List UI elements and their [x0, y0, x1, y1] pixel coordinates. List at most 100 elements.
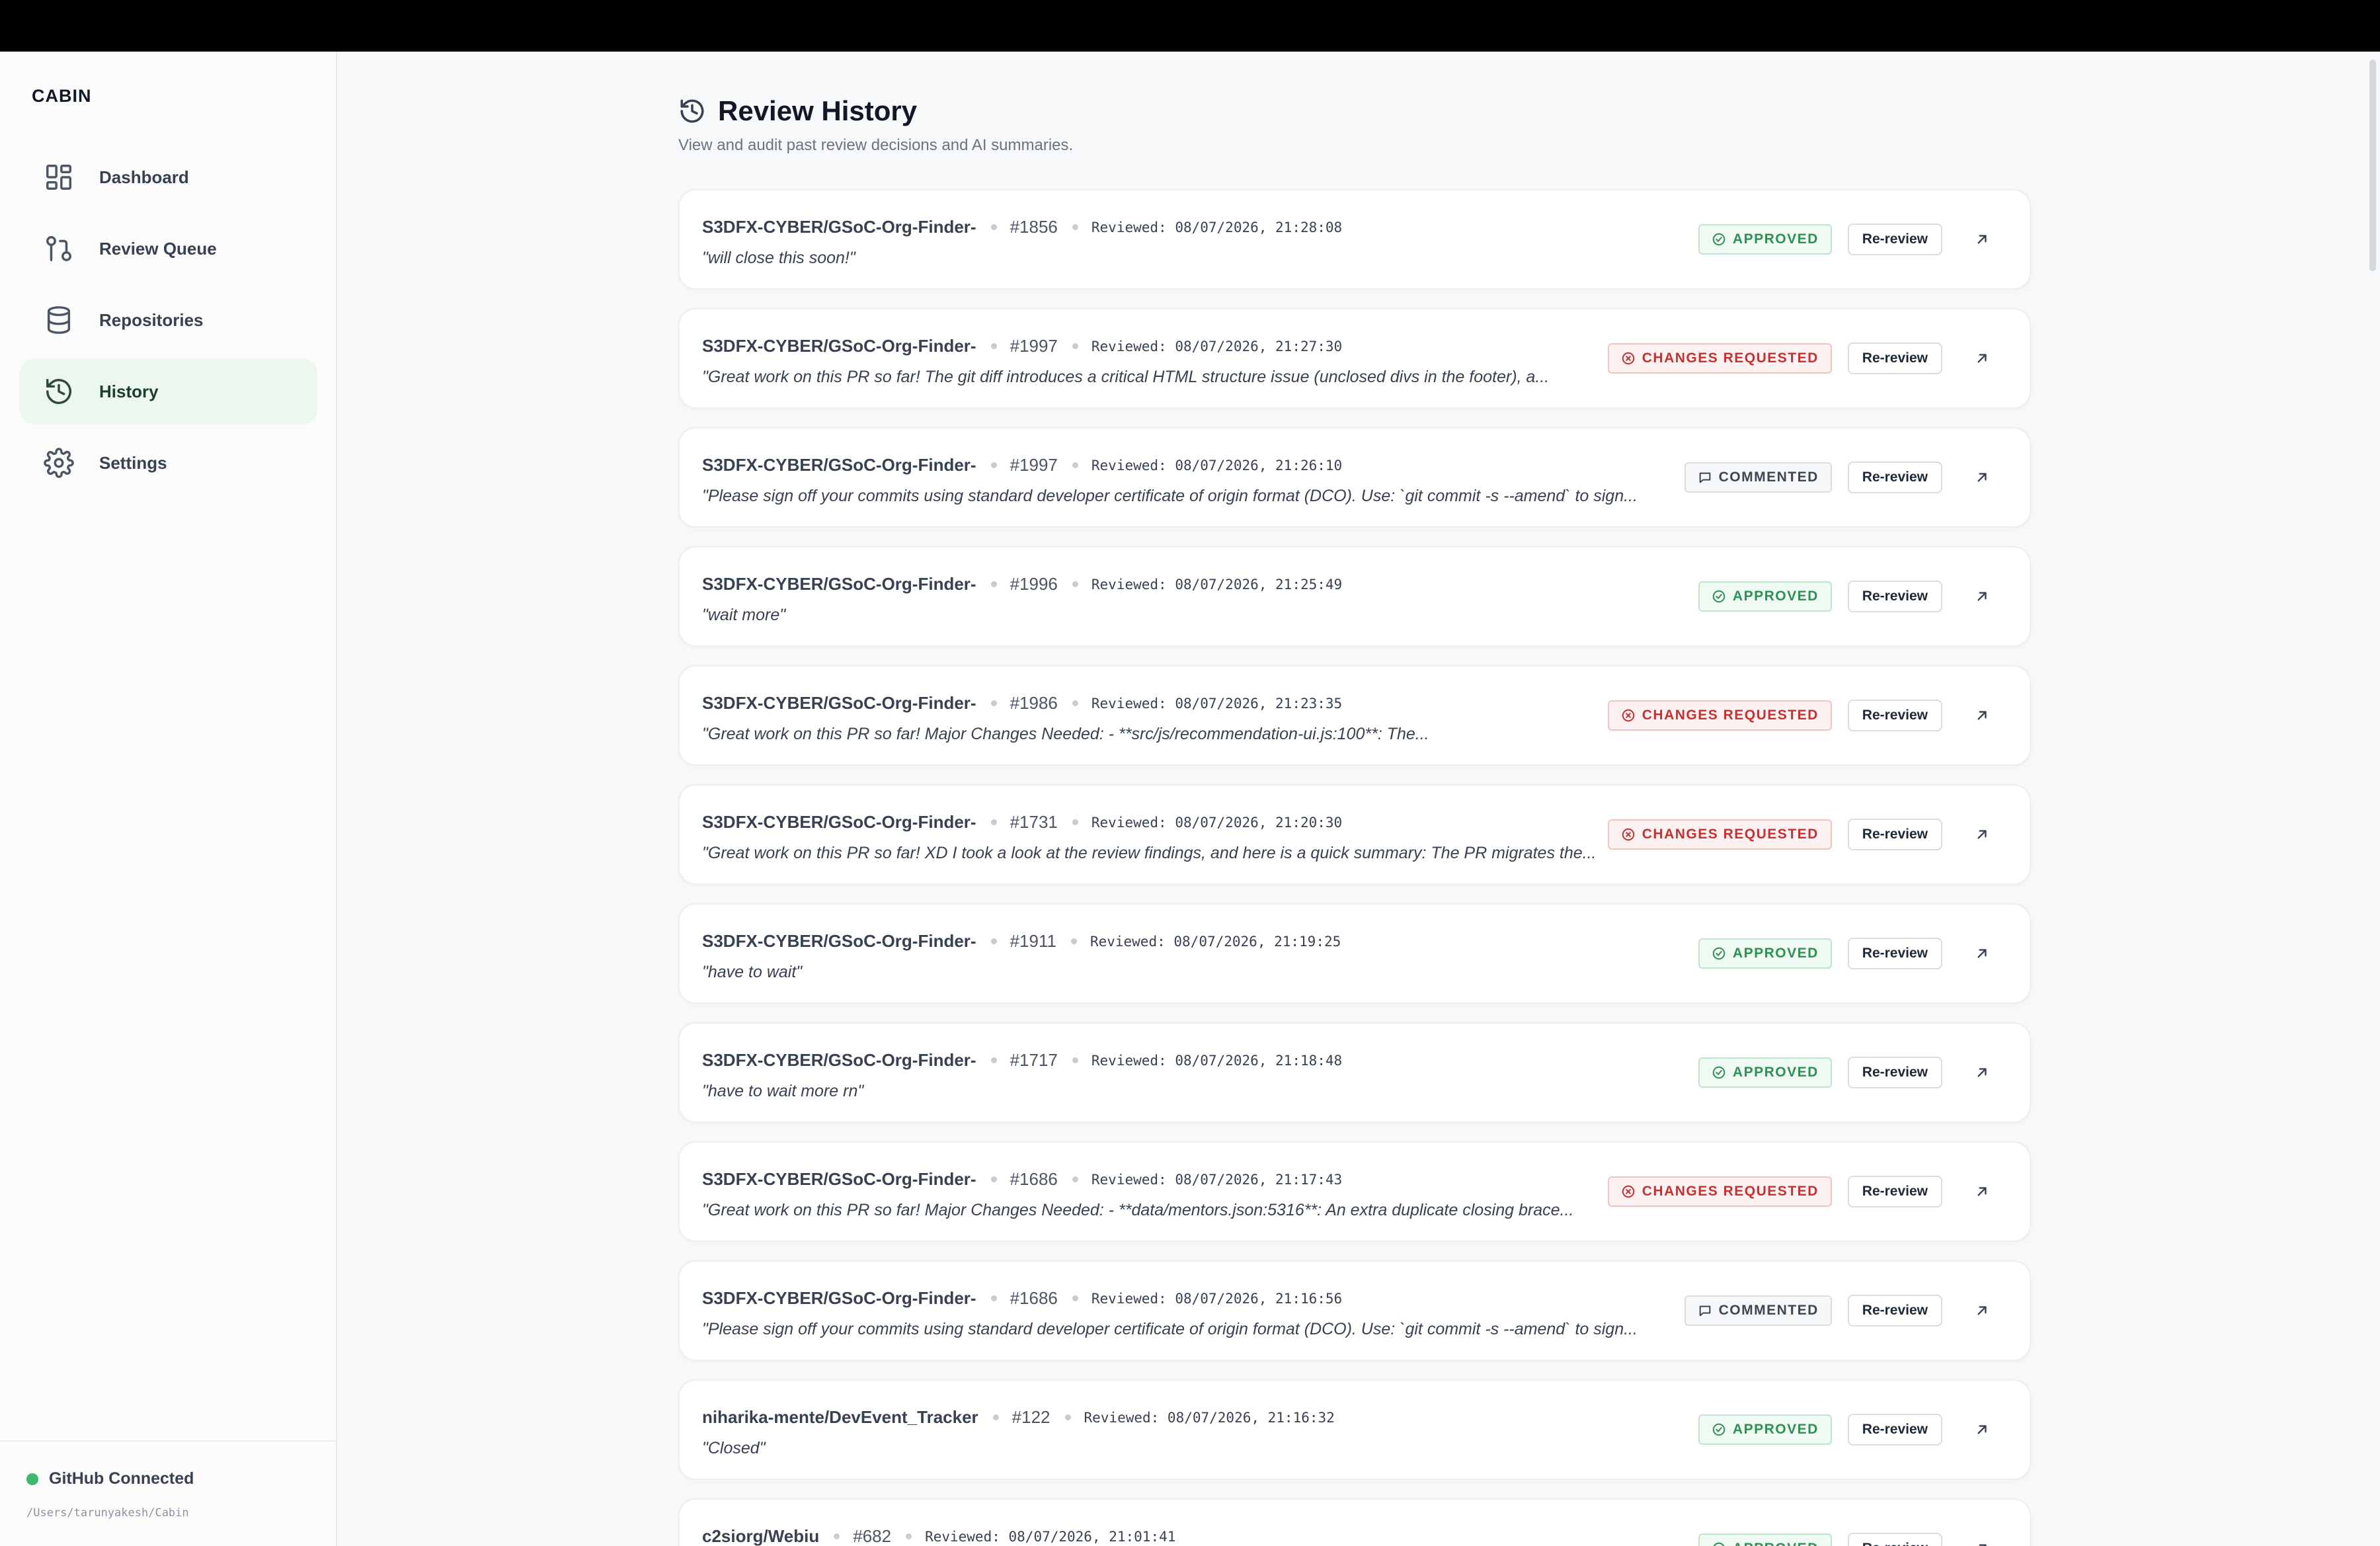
review-meta: S3DFX-CYBER/GSoC-Org-Finder- #1731 Reviewe…: [702, 812, 1342, 833]
review-summary: "Great work on this PR so far! Major Cha…: [702, 1201, 1574, 1219]
review-card[interactable]: S3DFX-CYBER/GSoC-Org-Finder- #1731 Reviewe…: [678, 784, 2031, 885]
review-card[interactable]: niharika-mente/DevEvent_Tracker #122 Revie…: [678, 1379, 2031, 1480]
window-top-bar: [0, 0, 2380, 52]
repo-name[interactable]: niharika-mente/DevEvent_Tracker: [702, 1407, 978, 1428]
dashboard-icon: [42, 161, 75, 194]
history-icon: [680, 99, 704, 123]
repo-name[interactable]: S3DFX-CYBER/GSoC-Org-Finder-: [702, 693, 976, 713]
repo-name[interactable]: S3DFX-CYBER/GSoC-Org-Finder-: [702, 931, 976, 952]
reviewed-timestamp: Reviewed: 08/07/2026, 21:18:48: [1091, 1052, 1343, 1069]
review-card[interactable]: S3DFX-CYBER/GSoC-Org-Finder- #1856 Reviewe…: [678, 189, 2031, 290]
open-pr-link[interactable]: [1967, 344, 1997, 373]
separator-dot: [834, 1533, 840, 1539]
review-card[interactable]: S3DFX-CYBER/GSoC-Org-Finder- #1686 Reviewe…: [678, 1141, 2031, 1242]
history-icon: [42, 375, 75, 408]
repo-name[interactable]: c2siorg/Webiu: [702, 1526, 819, 1546]
review-actions: APPROVED Re-review: [1698, 938, 1997, 969]
check-circle-icon: [1712, 1066, 1726, 1079]
re-review-button[interactable]: Re-review: [1847, 819, 1942, 850]
review-actions: APPROVED Re-review: [1698, 1057, 1997, 1088]
re-review-button[interactable]: Re-review: [1847, 581, 1942, 612]
open-pr-link[interactable]: [1967, 225, 1997, 254]
pr-number: #1717: [1010, 1050, 1058, 1070]
re-review-button[interactable]: Re-review: [1847, 938, 1942, 969]
sidebar-item-label: Review Queue: [99, 238, 217, 259]
sidebar-item-repositories[interactable]: Repositories: [20, 287, 317, 353]
pr-number: #682: [853, 1526, 892, 1546]
review-meta: c2siorg/Webiu #682 Reviewed: 08/07/2026, 2…: [702, 1526, 1175, 1546]
reviewed-timestamp: Reviewed: 08/07/2026, 21:17:43: [1091, 1171, 1343, 1188]
review-actions: CHANGES REQUESTED Re-review: [1607, 1176, 1997, 1207]
repo-name[interactable]: S3DFX-CYBER/GSoC-Org-Finder-: [702, 812, 976, 833]
sidebar: CABIN Dashboard Review Queue Repositorie…: [0, 52, 337, 1546]
review-card[interactable]: c2siorg/Webiu #682 Reviewed: 08/07/2026, 2…: [678, 1498, 2031, 1546]
repo-name[interactable]: S3DFX-CYBER/GSoC-Org-Finder-: [702, 336, 976, 356]
scrollbar-thumb[interactable]: [2369, 60, 2376, 271]
external-link-icon: [1977, 1187, 1987, 1196]
status-label: CHANGES REQUESTED: [1642, 350, 1819, 366]
sidebar-item-settings[interactable]: Settings: [20, 430, 317, 496]
re-review-button[interactable]: Re-review: [1847, 1533, 1942, 1546]
review-meta: S3DFX-CYBER/GSoC-Org-Finder- #1686 Reviewe…: [702, 1288, 1342, 1309]
repo-name[interactable]: S3DFX-CYBER/GSoC-Org-Finder-: [702, 217, 976, 237]
open-pr-link[interactable]: [1967, 701, 1997, 730]
open-pr-link[interactable]: [1967, 1296, 1997, 1325]
status-badge: APPROVED: [1698, 224, 1832, 255]
re-review-button[interactable]: Re-review: [1847, 1295, 1942, 1326]
status-label: APPROVED: [1732, 589, 1819, 604]
status-label: COMMENTED: [1718, 469, 1819, 485]
status-badge: CHANGES REQUESTED: [1607, 1176, 1832, 1207]
review-card[interactable]: S3DFX-CYBER/GSoC-Org-Finder- #1911 Reviewe…: [678, 903, 2031, 1004]
repo-name[interactable]: S3DFX-CYBER/GSoC-Org-Finder-: [702, 1288, 976, 1309]
sidebar-item-dashboard[interactable]: Dashboard: [20, 144, 317, 210]
open-pr-link[interactable]: [1967, 939, 1997, 968]
check-circle-icon: [1712, 947, 1726, 960]
repo-name[interactable]: S3DFX-CYBER/GSoC-Org-Finder-: [702, 574, 976, 594]
re-review-button[interactable]: Re-review: [1847, 343, 1942, 374]
pr-number: #1996: [1010, 574, 1058, 594]
repo-name[interactable]: S3DFX-CYBER/GSoC-Org-Finder-: [702, 455, 976, 475]
check-circle-icon: [1713, 1542, 1725, 1546]
open-pr-link[interactable]: [1967, 582, 1997, 611]
review-actions: APPROVED Re-review: [1698, 1533, 1997, 1546]
status-badge: COMMENTED: [1684, 462, 1832, 493]
review-meta: S3DFX-CYBER/GSoC-Org-Finder- #1686 Reviewe…: [702, 1169, 1342, 1190]
separator-dot: [1072, 1057, 1078, 1063]
separator-dot: [990, 581, 997, 587]
review-card[interactable]: S3DFX-CYBER/GSoC-Org-Finder- #1986 Reviewe…: [678, 665, 2031, 766]
reviewed-timestamp: Reviewed: 08/07/2026, 21:28:08: [1091, 219, 1343, 235]
repo-name[interactable]: S3DFX-CYBER/GSoC-Org-Finder-: [702, 1169, 976, 1190]
open-pr-link[interactable]: [1967, 1177, 1997, 1206]
open-pr-link[interactable]: [1967, 820, 1997, 849]
repo-name[interactable]: S3DFX-CYBER/GSoC-Org-Finder-: [702, 1050, 976, 1071]
open-pr-link[interactable]: [1967, 1058, 1997, 1087]
sidebar-item-history[interactable]: History: [20, 358, 317, 425]
status-label: COMMENTED: [1718, 1303, 1819, 1318]
review-card[interactable]: S3DFX-CYBER/GSoC-Org-Finder- #1996 Reviewe…: [678, 546, 2031, 647]
review-card[interactable]: S3DFX-CYBER/GSoC-Org-Finder- #1686 Reviewe…: [678, 1260, 2031, 1361]
re-review-button[interactable]: Re-review: [1847, 1176, 1942, 1207]
review-meta: S3DFX-CYBER/GSoC-Org-Finder- #1996 Reviewe…: [702, 574, 1342, 594]
review-meta: S3DFX-CYBER/GSoC-Org-Finder- #1717 Reviewe…: [702, 1050, 1342, 1071]
re-review-button[interactable]: Re-review: [1847, 1057, 1942, 1088]
sidebar-item-label: Dashboard: [99, 167, 189, 187]
sidebar-item-review-queue[interactable]: Review Queue: [20, 216, 317, 282]
open-pr-link[interactable]: [1967, 1534, 1997, 1546]
review-actions: APPROVED Re-review: [1698, 224, 1997, 255]
open-pr-link[interactable]: [1967, 1415, 1997, 1444]
reviewed-timestamp: Reviewed: 08/07/2026, 21:01:41: [925, 1528, 1176, 1545]
external-link-icon: [1977, 1068, 1987, 1077]
re-review-button[interactable]: Re-review: [1847, 224, 1942, 255]
review-card[interactable]: S3DFX-CYBER/GSoC-Org-Finder- #1717 Reviewe…: [678, 1022, 2031, 1123]
re-review-button[interactable]: Re-review: [1847, 462, 1942, 493]
open-pr-link[interactable]: [1967, 463, 1997, 492]
review-card[interactable]: S3DFX-CYBER/GSoC-Org-Finder- #1997 Reviewe…: [678, 308, 2031, 409]
pr-number: #1686: [1010, 1288, 1058, 1308]
review-card[interactable]: S3DFX-CYBER/GSoC-Org-Finder- #1997 Reviewe…: [678, 427, 2031, 528]
external-link-icon: [1977, 711, 1987, 720]
re-review-button[interactable]: Re-review: [1847, 1414, 1942, 1445]
status-badge: CHANGES REQUESTED: [1607, 343, 1832, 374]
separator-dot: [1072, 462, 1078, 468]
pr-number: #1686: [1010, 1169, 1058, 1189]
re-review-button[interactable]: Re-review: [1847, 700, 1942, 731]
